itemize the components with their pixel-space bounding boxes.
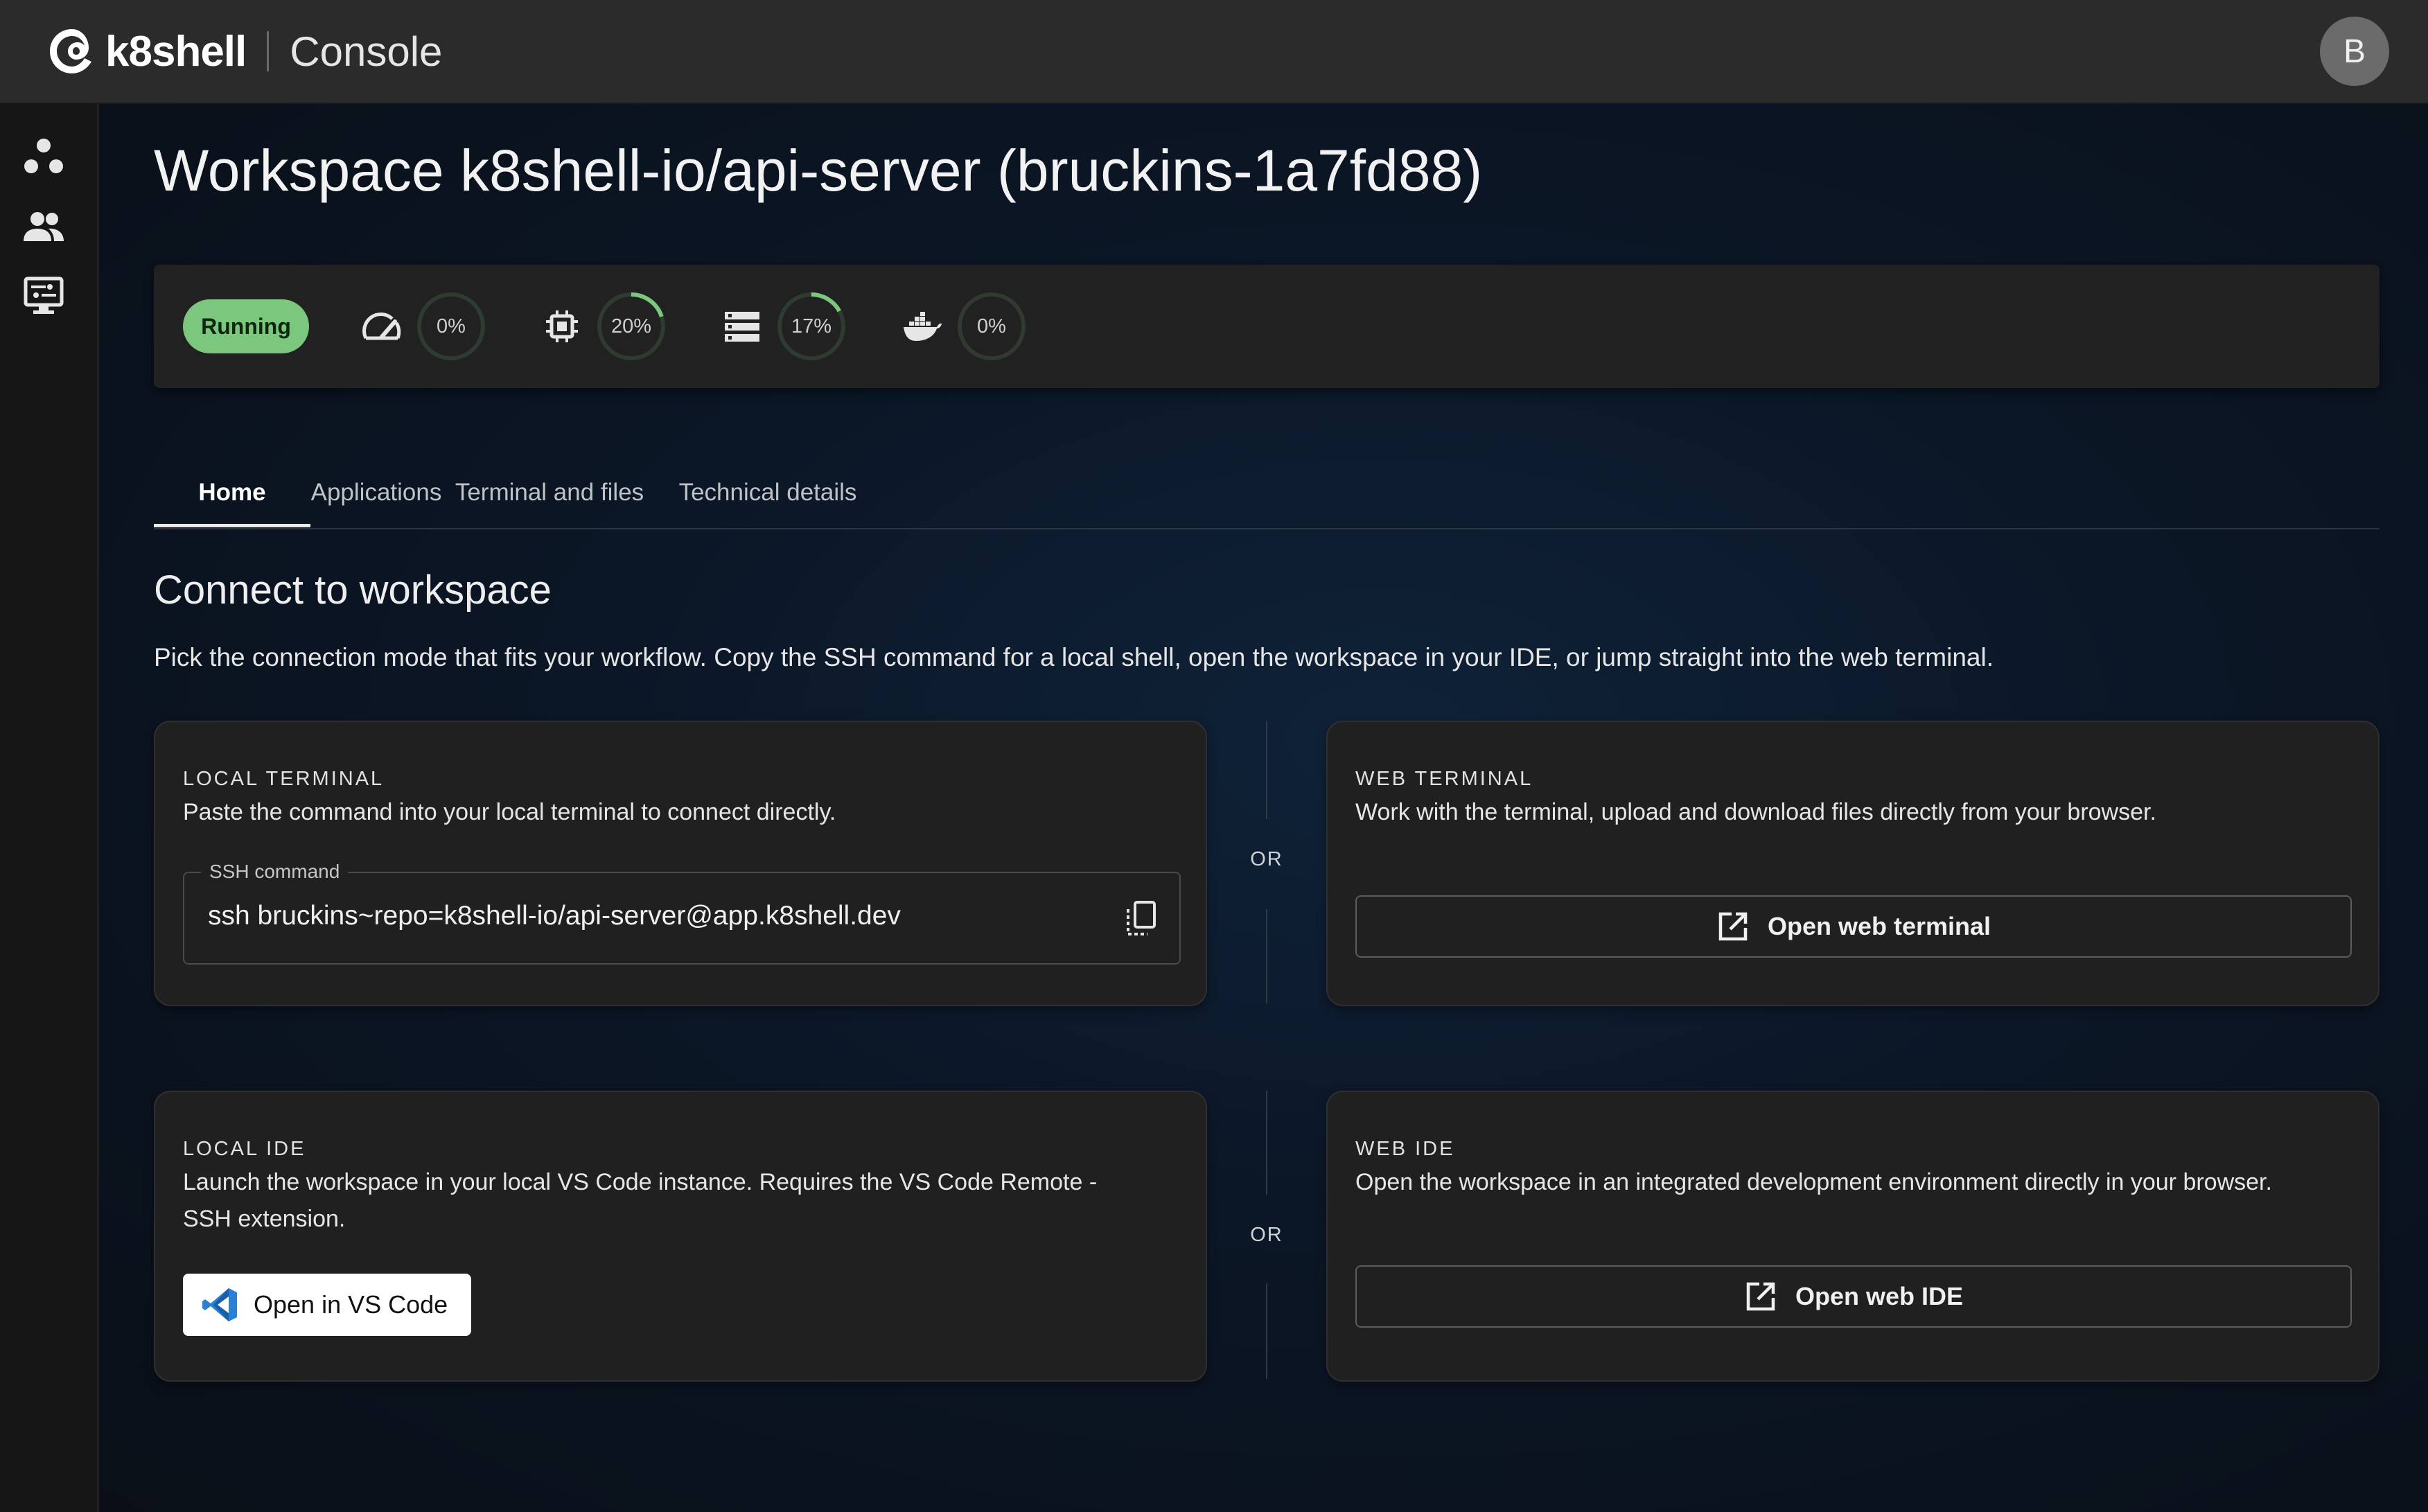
divider-line <box>1266 721 1267 819</box>
cpu-usage-label: 20% <box>610 315 652 337</box>
docker-usage-label: 0% <box>977 315 1006 337</box>
open-in-vscode-button[interactable]: Open in VS Code <box>183 1274 471 1336</box>
top-app-bar: k8shell Console B <box>0 0 2428 104</box>
workspace-status-bar: Running 0% 20% 17% 0% <box>154 265 2379 388</box>
brand[interactable]: k8shell Console <box>46 25 442 78</box>
ssh-command-field[interactable]: SSH command ssh bruckins~repo=k8shell-io… <box>183 861 1181 965</box>
or-divider: OR <box>1246 1091 1287 1379</box>
brand-name: k8shell <box>105 27 247 76</box>
storage-usage-label: 17% <box>791 315 832 337</box>
tab-applications[interactable]: Applications <box>310 459 442 527</box>
section-title: Connect to workspace <box>154 568 552 613</box>
storage-metric: 17% <box>722 291 854 362</box>
card-description: Open the workspace in an integrated deve… <box>1355 1169 2272 1195</box>
main-content: Workspace k8shell-io/api-server (bruckin… <box>99 104 2428 1512</box>
workspaces-icon[interactable] <box>22 136 65 179</box>
open-web-ide-button[interactable]: Open web IDE <box>1355 1265 2352 1328</box>
section-description: Pick the connection mode that fits your … <box>154 643 1994 671</box>
divider-line <box>1266 909 1267 1003</box>
user-avatar[interactable]: B <box>2320 17 2389 86</box>
open-external-icon <box>1746 1282 1775 1311</box>
status-badge: Running <box>183 299 309 353</box>
section-name: Console <box>290 28 443 75</box>
k8shell-logo-icon <box>50 29 91 73</box>
web-terminal-card: WEB TERMINAL Work with the terminal, upl… <box>1326 721 2379 1006</box>
button-label: Open web terminal <box>1767 912 1991 940</box>
tab-terminal-and-files[interactable]: Terminal and files <box>442 459 657 527</box>
web-ide-card: WEB IDE Open the workspace in an integra… <box>1326 1091 2379 1382</box>
copy-icon[interactable] <box>1123 899 1160 937</box>
or-label: OR <box>1250 848 1283 870</box>
card-label: WEB IDE <box>1355 1138 1455 1160</box>
workspace-tabs: Home Applications Terminal and files Tec… <box>154 459 2379 529</box>
local-terminal-card: LOCAL TERMINAL Paste the command into yo… <box>154 721 1207 1006</box>
open-web-terminal-button[interactable]: Open web terminal <box>1355 895 2352 958</box>
active-tab-indicator <box>154 524 310 527</box>
cpu-icon <box>546 310 578 342</box>
button-label: Open web IDE <box>1795 1282 1964 1310</box>
divider-line <box>1266 1283 1267 1379</box>
card-label: LOCAL TERMINAL <box>183 768 385 790</box>
side-navigation <box>0 104 99 1512</box>
open-external-icon <box>1718 912 1748 941</box>
or-divider: OR <box>1246 721 1287 1003</box>
page-title: Workspace k8shell-io/api-server (bruckin… <box>154 138 1483 203</box>
tab-home[interactable]: Home <box>154 459 310 527</box>
card-description: Paste the command into your local termin… <box>183 799 836 825</box>
tab-technical-details[interactable]: Technical details <box>657 459 879 527</box>
ssh-command-value[interactable]: ssh bruckins~repo=k8shell-io/api-server@… <box>208 901 901 931</box>
card-description: Work with the terminal, upload and downl… <box>1355 799 2156 825</box>
network-metric: 0% <box>362 291 493 362</box>
speedometer-icon <box>362 313 401 340</box>
cpu-metric: 20% <box>542 291 674 362</box>
local-ide-card: LOCAL IDE Launch the workspace in your l… <box>154 1091 1207 1382</box>
card-description-line1: Launch the workspace in your local VS Co… <box>183 1169 1098 1195</box>
or-label: OR <box>1250 1224 1283 1246</box>
brand-separator <box>267 31 270 71</box>
users-icon[interactable] <box>22 205 65 248</box>
docker-metric: 0% <box>902 291 1034 362</box>
card-label: WEB TERMINAL <box>1355 768 1533 790</box>
storage-icon <box>725 312 759 342</box>
ssh-command-label: SSH command <box>201 861 349 883</box>
card-label: LOCAL IDE <box>183 1138 306 1160</box>
button-label: Open in VS Code <box>254 1290 448 1319</box>
network-usage-label: 0% <box>437 315 466 337</box>
divider-line <box>1266 1091 1267 1195</box>
terminal-settings-icon[interactable] <box>22 274 65 317</box>
docker-icon <box>904 312 942 341</box>
vscode-icon <box>202 1288 237 1321</box>
card-description-line2: SSH extension. <box>183 1206 346 1232</box>
